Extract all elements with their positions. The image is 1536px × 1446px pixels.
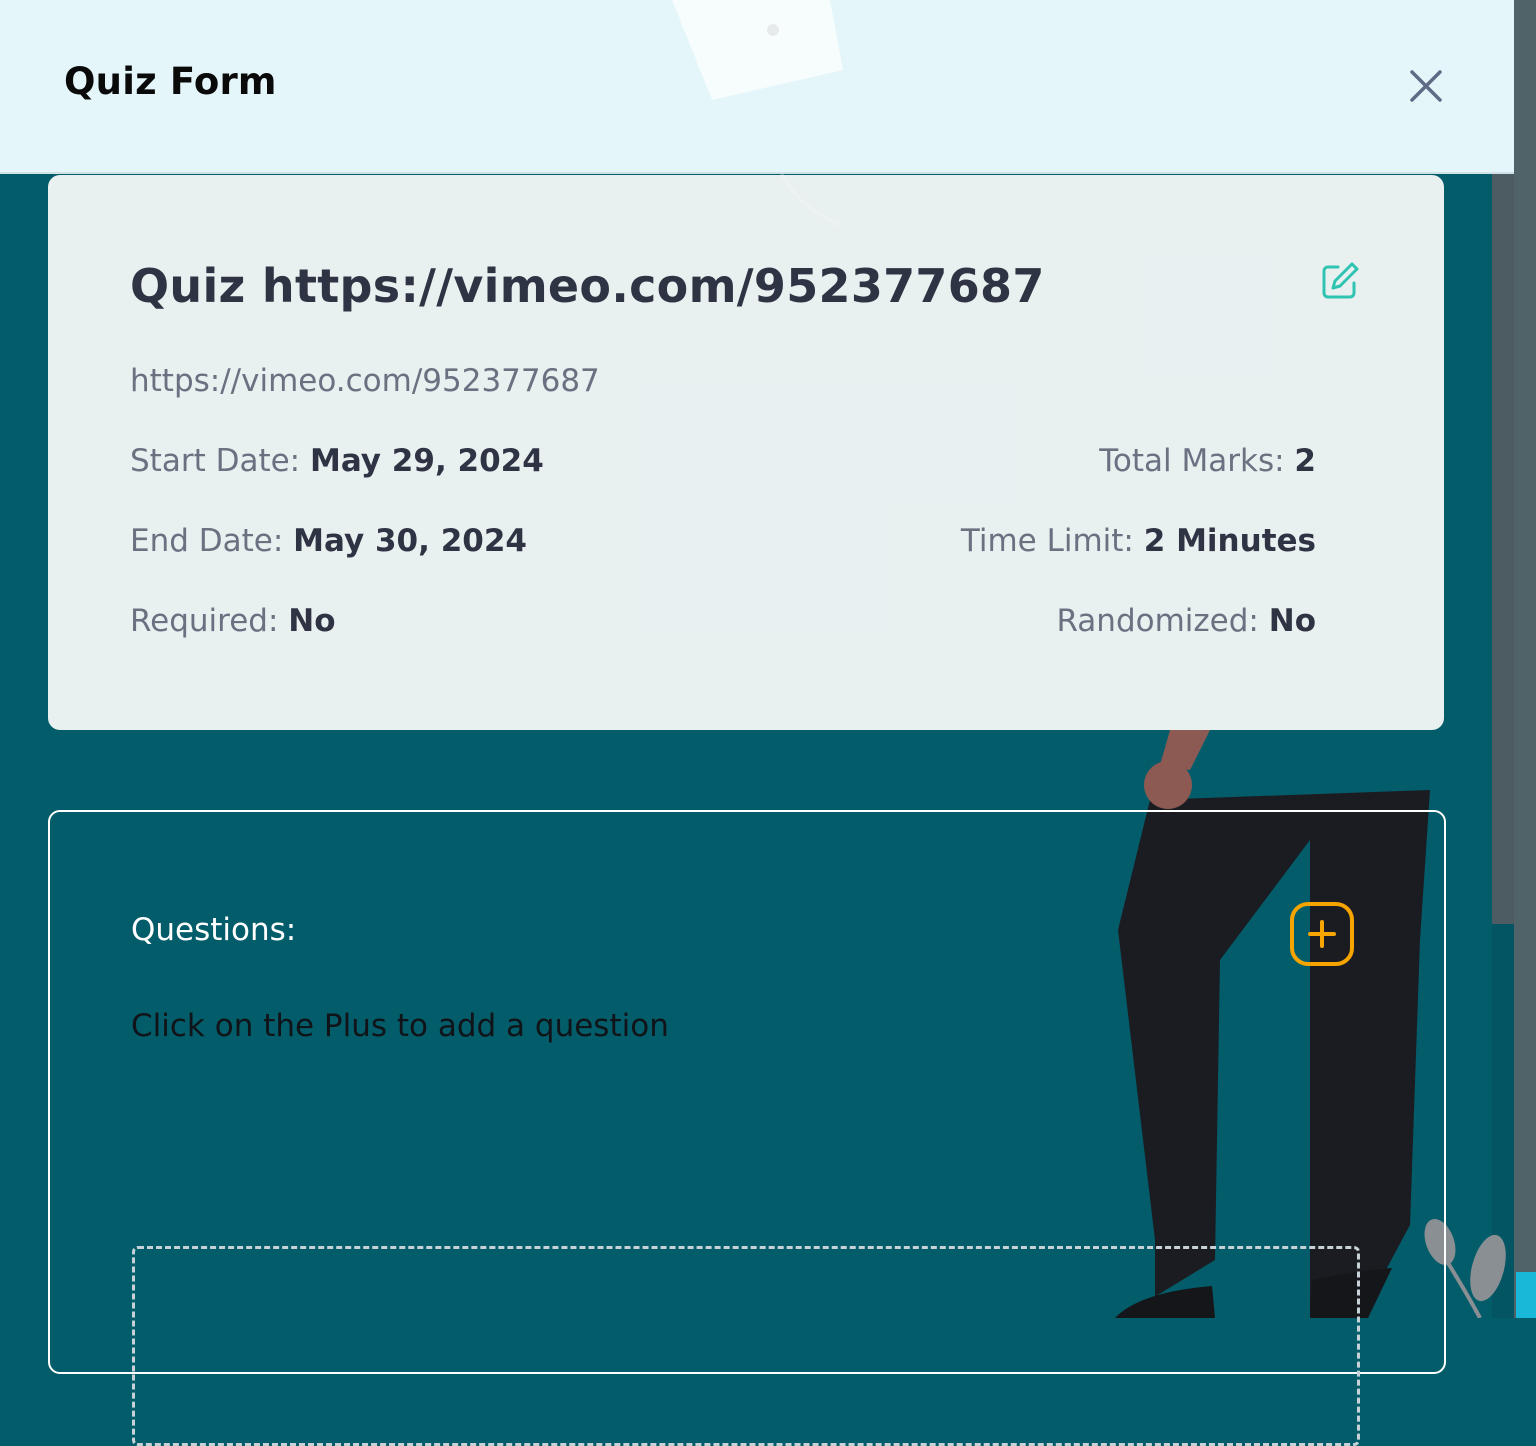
questions-label: Questions:	[131, 912, 297, 948]
end-date-value: May 30, 2024	[293, 523, 527, 559]
quiz-info-card: Quiz https://vimeo.com/952377687 https:/…	[48, 175, 1444, 730]
questions-panel: Questions: Click on the Plus to add a qu…	[48, 810, 1446, 1446]
edit-quiz-button[interactable]	[1318, 259, 1362, 303]
modal-header: Quiz Form	[0, 0, 1514, 174]
scrollbar-track[interactable]	[1514, 0, 1536, 1318]
quiz-title: Quiz https://vimeo.com/952377687	[130, 259, 1045, 313]
end-date: End Date: May 30, 2024	[130, 523, 527, 559]
required-value: No	[288, 603, 336, 639]
meta-row-dates-marks: Start Date: May 29, 2024 Total Marks: 2	[130, 443, 1316, 483]
close-icon	[1410, 70, 1442, 102]
total-marks-label: Total Marks:	[1099, 443, 1285, 479]
question-dropzone[interactable]	[132, 1246, 1360, 1446]
meta-row-required-random: Required: No Randomized: No	[130, 603, 1316, 643]
start-date-label: Start Date:	[130, 443, 301, 479]
note-illustration	[672, 0, 843, 100]
required: Required: No	[130, 603, 336, 639]
randomized: Randomized: No	[1056, 603, 1316, 639]
scrollbar-indicator	[1516, 1272, 1536, 1318]
randomized-label: Randomized:	[1056, 603, 1259, 639]
start-date: Start Date: May 29, 2024	[130, 443, 544, 479]
time-limit-value: 2 Minutes	[1143, 523, 1316, 559]
plus-icon	[1308, 920, 1336, 948]
quiz-link: https://vimeo.com/952377687	[130, 363, 600, 399]
questions-hint: Click on the Plus to add a question	[131, 1008, 669, 1044]
meta-row-end-time: End Date: May 30, 2024 Time Limit: 2 Min…	[130, 523, 1316, 563]
time-limit-label: Time Limit:	[960, 523, 1134, 559]
close-button[interactable]	[1402, 62, 1450, 110]
end-date-label: End Date:	[130, 523, 284, 559]
add-question-button[interactable]	[1290, 902, 1354, 966]
total-marks-value: 2	[1294, 443, 1316, 479]
randomized-value: No	[1268, 603, 1316, 639]
scrollbar-thumb[interactable]	[1492, 174, 1514, 924]
edit-icon	[1322, 262, 1359, 299]
required-label: Required:	[130, 603, 279, 639]
start-date-value: May 29, 2024	[309, 443, 544, 479]
total-marks: Total Marks: 2	[1099, 443, 1316, 479]
time-limit: Time Limit: 2 Minutes	[961, 523, 1316, 559]
scrollbar-lower	[1492, 924, 1514, 1318]
modal-title: Quiz Form	[64, 60, 277, 103]
